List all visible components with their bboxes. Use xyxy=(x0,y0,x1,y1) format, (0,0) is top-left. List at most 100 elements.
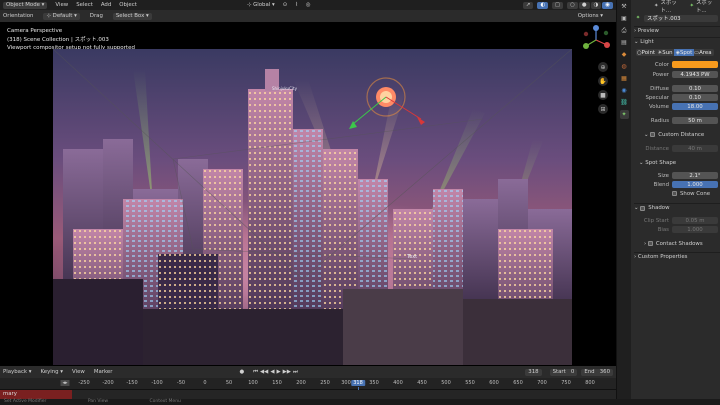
timeline-menu-keying[interactable]: Keying ▾ xyxy=(40,369,63,375)
timeline-menu-playback[interactable]: Playback ▾ xyxy=(3,369,31,375)
custom-properties-header[interactable]: › Custom Properties xyxy=(634,252,720,261)
timeline-track-area[interactable] xyxy=(0,390,616,399)
pan-hand-icon[interactable]: ✋ xyxy=(598,76,608,86)
show-cone-checkbox[interactable] xyxy=(672,191,677,196)
render-tab-icon[interactable]: ▣ xyxy=(620,14,629,23)
navigation-gizmo[interactable] xyxy=(580,24,612,56)
timeline-menu-marker[interactable]: Marker xyxy=(94,369,113,375)
timeline-menu-view[interactable]: View xyxy=(72,369,85,375)
datablock-row: ✦ スポット.003 xyxy=(632,13,720,23)
blend-field[interactable]: 1.000 xyxy=(672,181,718,188)
ruler-tick: 300 xyxy=(341,380,351,386)
perspective-grid-icon[interactable]: ⊞ xyxy=(598,104,608,114)
jump-end-icon[interactable]: ⏭ xyxy=(293,369,298,376)
contact-shadows-subpanel[interactable]: › Contact Shadows xyxy=(634,239,720,248)
ruler-tick: 800 xyxy=(585,380,595,386)
gizmo-toggle-icon[interactable]: ↗ xyxy=(522,1,534,9)
menu-select[interactable]: Select xyxy=(76,2,93,8)
properties-search-row: ✦ スポット... ✦ スポット... xyxy=(632,0,720,14)
volume-field[interactable]: 18.00 xyxy=(672,103,718,110)
play-reverse-icon[interactable]: ◀ xyxy=(270,369,274,375)
size-field[interactable]: 2.1° xyxy=(672,172,718,179)
viewport-header: Object Mode ▾ View Select Add Object ⊹ G… xyxy=(0,0,616,10)
summary-track-label[interactable]: mary xyxy=(0,390,72,399)
diffuse-field[interactable]: 0.10 xyxy=(672,85,718,92)
rendered-shading-icon[interactable]: ◉ xyxy=(602,1,613,9)
ruler-tick: 150 xyxy=(272,380,282,386)
light-type-spot[interactable]: ◈ Spot xyxy=(674,49,694,56)
material-shading-icon[interactable]: ◑ xyxy=(590,1,602,9)
breadcrumb-object: スポット... xyxy=(660,0,677,14)
shadow-checkbox[interactable] xyxy=(640,205,646,211)
output-tab-icon[interactable]: ⎙ xyxy=(620,26,629,35)
color-swatch[interactable] xyxy=(672,61,718,68)
physics-tab-icon[interactable]: ◉ xyxy=(620,86,629,95)
specular-field[interactable]: 0.10 xyxy=(672,94,718,101)
datablock-name-field[interactable]: スポット.003 xyxy=(644,14,718,22)
power-field[interactable]: 4.1943 PW xyxy=(672,71,718,78)
start-frame-field[interactable]: Start 0 xyxy=(549,368,578,376)
clip-start-field[interactable]: 0.05 m xyxy=(672,217,718,224)
camera-frame-render[interactable]: ShinjukuCity Text xyxy=(53,49,572,365)
jump-start-icon[interactable]: ⏮ xyxy=(253,369,258,376)
ruler-tick: 250 xyxy=(320,380,330,386)
ruler-tick: -150 xyxy=(126,380,138,386)
bias-row: Bias 1.000 xyxy=(632,225,720,234)
radius-field[interactable]: 50 m xyxy=(672,117,718,124)
preview-section-header[interactable]: › Preview xyxy=(634,26,720,35)
bias-label: Bias xyxy=(657,226,669,233)
custom-distance-subpanel[interactable]: ⌄ Custom Distance xyxy=(634,130,720,139)
end-frame-field[interactable]: End 360 xyxy=(581,368,613,376)
distance-field[interactable]: 40 m xyxy=(672,145,718,152)
world-tab-icon[interactable]: ◍ xyxy=(620,62,629,71)
current-frame-field[interactable]: 318 xyxy=(525,368,542,376)
options-dropdown[interactable]: Options ▾ xyxy=(578,13,603,19)
light-data-tab-icon[interactable]: ✦ xyxy=(619,110,629,119)
overlay-toggle-icon[interactable]: ◐ xyxy=(537,1,549,9)
menu-add[interactable]: Add xyxy=(101,2,111,8)
light-type-point[interactable]: ○ Point xyxy=(636,49,656,56)
playhead-frame-indicator[interactable]: 318 xyxy=(351,380,365,386)
play-icon[interactable]: ▶ xyxy=(276,369,280,375)
solid-shading-icon[interactable]: ● xyxy=(578,1,590,9)
snap-icon[interactable]: ⌇ xyxy=(295,2,298,8)
light-type-sun[interactable]: ☀ Sun xyxy=(656,49,674,56)
scene-tab-icon[interactable]: ◆ xyxy=(620,50,629,59)
record-keyframe-icon[interactable]: ● xyxy=(239,369,244,375)
proportional-edit-icon[interactable]: ◎ xyxy=(306,2,311,8)
wireframe-shading-icon[interactable]: ○ xyxy=(567,1,578,9)
tool-tab-icon[interactable]: ⚒ xyxy=(620,2,629,11)
viewport-navigation-tools: ⊕ ✋ ■ ⊞ xyxy=(598,62,608,114)
ruler-tick: 350 xyxy=(369,380,379,386)
mode-dropdown[interactable]: Object Mode ▾ xyxy=(3,1,48,9)
spot-shape-subpanel[interactable]: ⌄ Spot Shape xyxy=(634,158,720,167)
timeline-ruler[interactable]: ◂▸ -250 -200 -150 -100 -50 0 50 100 150 … xyxy=(0,378,616,390)
custom-distance-checkbox[interactable] xyxy=(650,132,656,137)
next-keyframe-icon[interactable]: ▶▶ xyxy=(283,369,291,375)
shadow-section-header[interactable]: ⌄ Shadow xyxy=(634,203,720,212)
ruler-tick: 500 xyxy=(441,380,451,386)
view-layer-tab-icon[interactable]: ▤ xyxy=(620,38,629,47)
camera-view-icon[interactable]: ■ xyxy=(598,90,608,100)
xray-icon[interactable]: ▢ xyxy=(552,1,564,9)
ruler-expand-icon[interactable]: ◂▸ xyxy=(60,380,70,386)
orientation-dropdown[interactable]: ⊹ Default ▾ xyxy=(43,12,80,20)
transform-orientation-dropdown[interactable]: ⊹ Global ▾ xyxy=(247,2,275,8)
menu-object[interactable]: Object xyxy=(119,2,137,8)
light-icon: ✦ xyxy=(654,3,659,9)
prev-keyframe-icon[interactable]: ◀◀ xyxy=(260,369,268,375)
menu-view[interactable]: View xyxy=(55,2,68,8)
constraints-tab-icon[interactable]: ⛓ xyxy=(620,98,629,107)
bias-field[interactable]: 1.000 xyxy=(672,226,718,233)
drag-dropdown[interactable]: Select Box ▾ xyxy=(112,12,152,20)
3d-viewport[interactable]: Camera Perspective (318) Scene Collectio… xyxy=(0,22,616,366)
specular-label: Specular xyxy=(645,94,669,101)
contact-shadows-checkbox[interactable] xyxy=(647,241,653,246)
light-section-header[interactable]: ⌄ Light xyxy=(634,37,720,46)
pivot-icon[interactable]: ⊙ xyxy=(283,2,288,8)
viewport-shading-group: ↗ ◐ ▢ ○ ● ◑ ◉ xyxy=(522,1,613,9)
object-tab-icon[interactable]: ▦ xyxy=(620,74,629,83)
diffuse-label: Diffuse xyxy=(650,85,669,92)
light-type-area[interactable]: ▭ Area xyxy=(694,49,714,56)
zoom-icon[interactable]: ⊕ xyxy=(598,62,608,72)
